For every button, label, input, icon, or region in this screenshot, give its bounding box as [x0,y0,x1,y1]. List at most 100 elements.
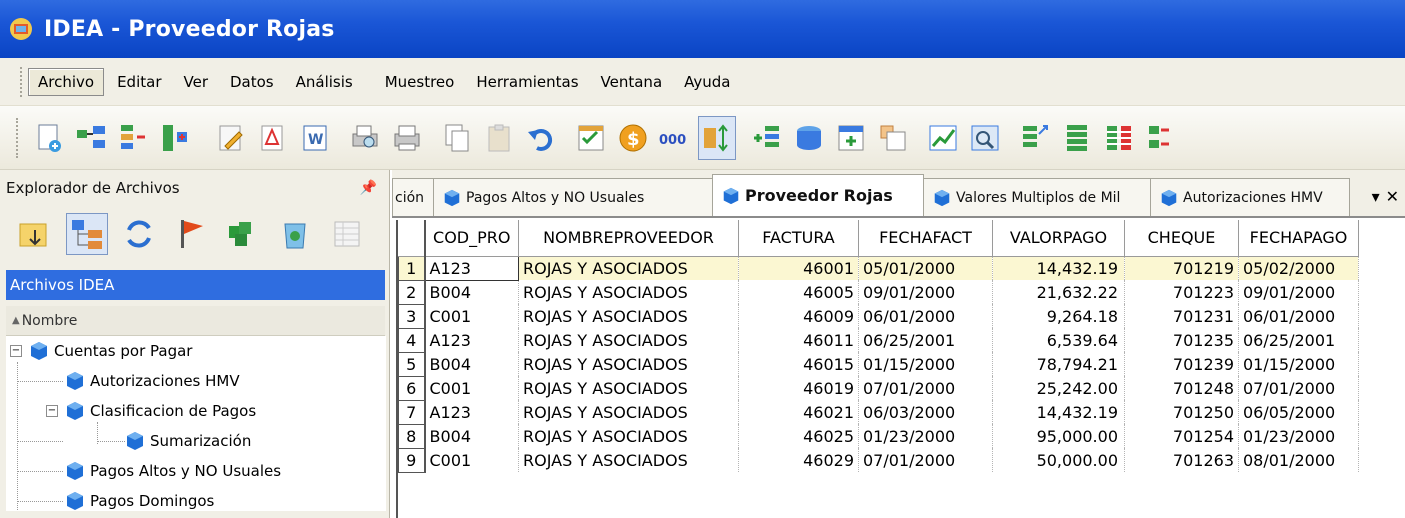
currency-button[interactable]: $ [614,116,652,160]
table-row[interactable]: 1 A123 ROJAS Y ASOCIADOS 46001 05/01/2000 14,… [398,255,1359,281]
table-cell[interactable]: 701223 [1124,280,1239,304]
row-number[interactable]: 2 [398,280,426,305]
table-cell[interactable]: ROJAS Y ASOCIADOS [518,256,739,280]
table-cell[interactable]: ROJAS Y ASOCIADOS [518,376,739,400]
column-header[interactable]: VALORPAGO [992,220,1125,257]
table-cell[interactable]: C001 [424,448,519,472]
menu-herramientas[interactable]: Herramientas [467,69,587,95]
column-header[interactable]: NOMBREPROVEEDOR [518,220,739,257]
row-number[interactable]: 7 [398,400,426,425]
table-cell[interactable]: 46019 [738,376,859,400]
table-cell[interactable]: 46015 [738,352,859,376]
menu-ayuda[interactable]: Ayuda [675,69,739,95]
table-cell[interactable]: 06/25/2001 [858,328,993,352]
paste-button[interactable] [480,116,518,160]
column-header[interactable]: FECHAPAGO [1238,220,1359,257]
table-cell[interactable]: 701239 [1124,352,1239,376]
table-cell[interactable]: 701250 [1124,400,1239,424]
table-cell[interactable]: C001 [424,304,519,328]
tab-valores-multiplos[interactable]: Valores Multiplos de Mil [923,178,1151,216]
print-button[interactable] [388,116,426,160]
table-cell[interactable]: 08/01/2000 [1238,448,1359,472]
row-number[interactable]: 9 [398,448,426,473]
table-row[interactable]: 2 B004 ROJAS Y ASOCIADOS 46005 09/01/2000 21,… [398,280,1359,305]
table-cell[interactable]: 46021 [738,400,859,424]
table-cell[interactable]: 07/01/2000 [858,376,993,400]
table-cell[interactable]: 95,000.00 [992,424,1125,448]
table-cell[interactable]: A123 [424,400,519,424]
table-cell[interactable]: 06/01/2000 [858,304,993,328]
table-cell[interactable]: 07/01/2000 [1238,376,1359,400]
tree-item-autorizaciones-hmv[interactable]: Autorizaciones HMV [64,366,240,396]
print-preview-button[interactable] [346,116,384,160]
tab-list-dropdown-icon[interactable]: ▾ [1372,187,1380,206]
table-cell[interactable]: B004 [424,424,519,448]
table-cell[interactable]: ROJAS Y ASOCIADOS [518,448,739,472]
row-number[interactable]: 1 [398,256,426,281]
number-format-button[interactable]: 000 [656,116,694,160]
close-icon[interactable]: ✕ [1386,187,1399,206]
column-header[interactable]: FECHAFACT [858,220,993,257]
refresh-button[interactable] [118,213,160,255]
table-cell[interactable]: 78,794.21 [992,352,1125,376]
table-cell[interactable]: ROJAS Y ASOCIADOS [518,400,739,424]
table-cell[interactable]: B004 [424,280,519,304]
table-row[interactable]: 4 A123 ROJAS Y ASOCIADOS 46011 06/25/2001 6,5… [398,328,1359,353]
table-cell[interactable]: 25,242.00 [992,376,1125,400]
columns-button[interactable] [1100,116,1138,160]
append-button[interactable] [114,116,152,160]
table-row[interactable]: 5 B004 ROJAS Y ASOCIADOS 46015 01/15/2000 78,… [398,352,1359,377]
table-cell[interactable]: C001 [424,376,519,400]
sort-columns-button[interactable] [698,115,736,160]
table-row[interactable]: 3 C001 ROJAS Y ASOCIADOS 46009 06/01/2000 9,2… [398,304,1359,329]
join-databases-button[interactable] [72,116,110,160]
extract-button[interactable] [1016,116,1054,160]
tab-autorizaciones-hmv[interactable]: Autorizaciones HMV [1150,178,1350,216]
table-cell[interactable]: A123 [424,255,519,281]
row-number[interactable]: 5 [398,352,426,377]
column-header[interactable]: CHEQUE [1124,220,1239,257]
row-number[interactable]: 3 [398,304,426,329]
copy-button[interactable] [438,116,476,160]
table-cell[interactable]: 701254 [1124,424,1239,448]
menu-archivo[interactable]: Archivo [28,67,105,96]
import-folder-button[interactable] [14,213,56,255]
table-cell[interactable]: 701248 [1124,376,1239,400]
table-cell[interactable]: 07/01/2000 [858,448,993,472]
new-database-button[interactable] [30,116,68,160]
table-row[interactable]: 6 C001 ROJAS Y ASOCIADOS 46019 07/01/2000 25,… [398,376,1359,401]
table-cell[interactable]: 701231 [1124,304,1239,328]
column-header[interactable]: COD_PRO [424,220,519,257]
tab-pagos-altos[interactable]: Pagos Altos y NO Usuales [433,178,713,216]
table-cell[interactable]: 46009 [738,304,859,328]
table-cell[interactable]: 46011 [738,328,859,352]
search-button[interactable] [966,116,1004,160]
table-cell[interactable]: 05/02/2000 [1238,256,1359,280]
table-cell[interactable]: ROJAS Y ASOCIADOS [518,328,739,352]
collapse-toggle[interactable]: − [46,405,58,417]
fields-button[interactable] [1058,116,1096,160]
stratify-button[interactable] [874,116,912,160]
table-cell[interactable]: 06/05/2000 [1238,400,1359,424]
menu-grip[interactable] [20,66,24,97]
table-cell[interactable]: ROJAS Y ASOCIADOS [518,352,739,376]
table-cell[interactable]: ROJAS Y ASOCIADOS [518,304,739,328]
add-field-button[interactable] [748,116,786,160]
tree-item-pagos-altos[interactable]: Pagos Altos y NO Usuales [64,456,281,486]
row-number[interactable]: 6 [398,376,426,401]
table-cell[interactable]: 01/15/2000 [1238,352,1359,376]
idea-files-group[interactable]: Archivos IDEA [6,270,385,300]
tree-view-button[interactable] [66,213,108,255]
row-number-header[interactable] [398,220,426,257]
word-button[interactable]: W [296,116,334,160]
table-cell[interactable]: 01/23/2000 [858,424,993,448]
table-cell[interactable]: 09/01/2000 [858,280,993,304]
table-cell[interactable]: 06/25/2001 [1238,328,1359,352]
table-cell[interactable]: 6,539.64 [992,328,1125,352]
compare-button[interactable] [156,116,194,160]
table-cell[interactable]: B004 [424,352,519,376]
tree-item-cuentas-por-pagar[interactable]: − Cuentas por Pagar [10,336,192,366]
column-header[interactable]: FACTURA [738,220,859,257]
index-button[interactable] [1142,116,1180,160]
menu-editar[interactable]: Editar [108,69,170,95]
